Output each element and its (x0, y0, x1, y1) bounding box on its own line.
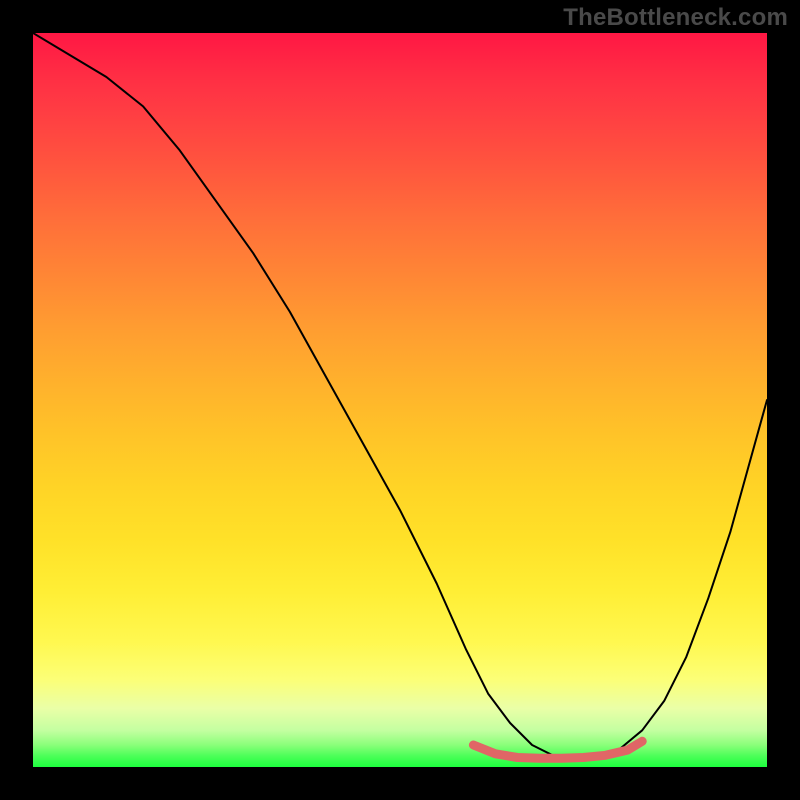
plot-area (33, 33, 767, 767)
chart-svg (33, 33, 767, 767)
optimal-region-marker (473, 741, 642, 758)
bottleneck-curve (33, 33, 767, 758)
watermark-text: TheBottleneck.com (563, 4, 788, 32)
chart-frame: TheBottleneck.com (0, 0, 800, 800)
